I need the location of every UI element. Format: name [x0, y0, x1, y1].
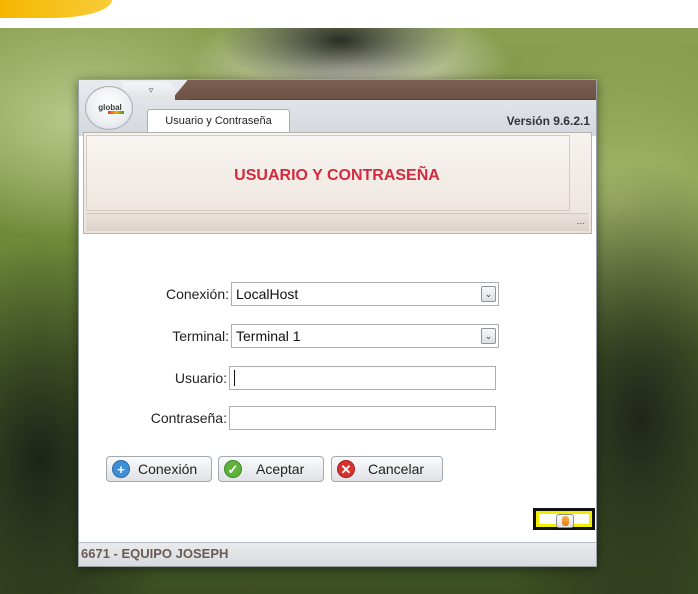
status-bar-text: 6671 - EQUIPO JOSEPH: [81, 546, 229, 561]
usuario-input[interactable]: [229, 366, 496, 390]
usuario-label: Usuario:: [174, 370, 227, 386]
conexion-button-label: Conexión: [138, 461, 198, 477]
conexion-label: Conexión:: [165, 286, 229, 302]
conexion-select-value: LocalHost: [236, 286, 299, 302]
title-bar: ▿ global Usuario y Contraseña Versión 9.…: [79, 80, 596, 136]
terminal-select-value: Terminal 1: [236, 328, 301, 344]
contrasena-label: Contraseña:: [150, 410, 227, 426]
database-settings-button[interactable]: [533, 508, 595, 530]
ribbon-title: USUARIO Y CONTRASEÑA: [234, 167, 440, 184]
status-bar: 6671 - EQUIPO JOSEPH: [79, 542, 596, 566]
database-icon: [562, 516, 569, 526]
terminal-select[interactable]: Terminal 1 ⌄: [231, 324, 499, 348]
version-label: Versión 9.6.2.1: [506, 114, 590, 128]
terminal-label: Terminal:: [172, 328, 229, 344]
add-icon: +: [112, 460, 130, 478]
ribbon-group: USUARIO Y CONTRASEÑA: [86, 135, 570, 211]
app-logo-color-bar: [108, 111, 124, 114]
cancelar-button-label: Cancelar: [368, 461, 425, 477]
aceptar-button[interactable]: ✓ Aceptar: [218, 456, 324, 482]
conexion-select[interactable]: LocalHost ⌄: [231, 282, 499, 306]
quick-access-dropdown-icon[interactable]: ▿: [145, 85, 157, 95]
tab-usuario-contrasena[interactable]: Usuario y Contraseña: [147, 109, 290, 132]
aceptar-button-label: Aceptar: [256, 461, 305, 477]
application-menu-button[interactable]: global: [85, 86, 133, 130]
chevron-down-icon[interactable]: ⌄: [481, 328, 496, 344]
conexion-button[interactable]: + Conexión: [106, 456, 212, 482]
title-bar-dark: [187, 80, 596, 100]
chevron-down-icon[interactable]: ⌄: [481, 286, 496, 302]
check-icon: ✓: [224, 460, 242, 478]
login-window: ▿ global Usuario y Contraseña Versión 9.…: [78, 79, 597, 567]
ribbon-panel: USUARIO Y CONTRASEÑA ...: [83, 132, 592, 234]
database-button-frame: [556, 514, 574, 528]
text-caret: [234, 370, 235, 386]
ribbon-dialog-launcher[interactable]: ...: [577, 216, 585, 227]
contrasena-input[interactable]: [229, 406, 496, 430]
ribbon-footer: ...: [86, 213, 589, 231]
close-icon: ✕: [337, 460, 355, 478]
cancelar-button[interactable]: ✕ Cancelar: [331, 456, 443, 482]
